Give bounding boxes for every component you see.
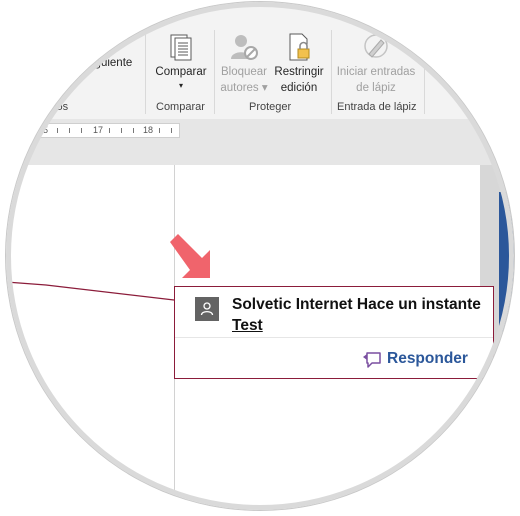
pointer-arrow-icon xyxy=(170,234,210,278)
comment-connector-layer xyxy=(6,281,175,301)
comment-card[interactable]: Solvetic Internet Hace un instante Test … xyxy=(174,286,494,379)
reply-icon xyxy=(363,352,381,368)
comment-text[interactable]: Test xyxy=(232,317,263,335)
avatar xyxy=(195,297,219,321)
user-icon xyxy=(200,302,214,316)
reply-label: Responder xyxy=(387,350,468,367)
comment-author-time: Solvetic Internet Hace un instante xyxy=(232,296,481,313)
comment-connector-line xyxy=(6,281,175,301)
magnifier-lens: iguiente bios Comparar ▾ Comparar Bloque… xyxy=(6,2,514,510)
comment-divider xyxy=(175,337,493,338)
